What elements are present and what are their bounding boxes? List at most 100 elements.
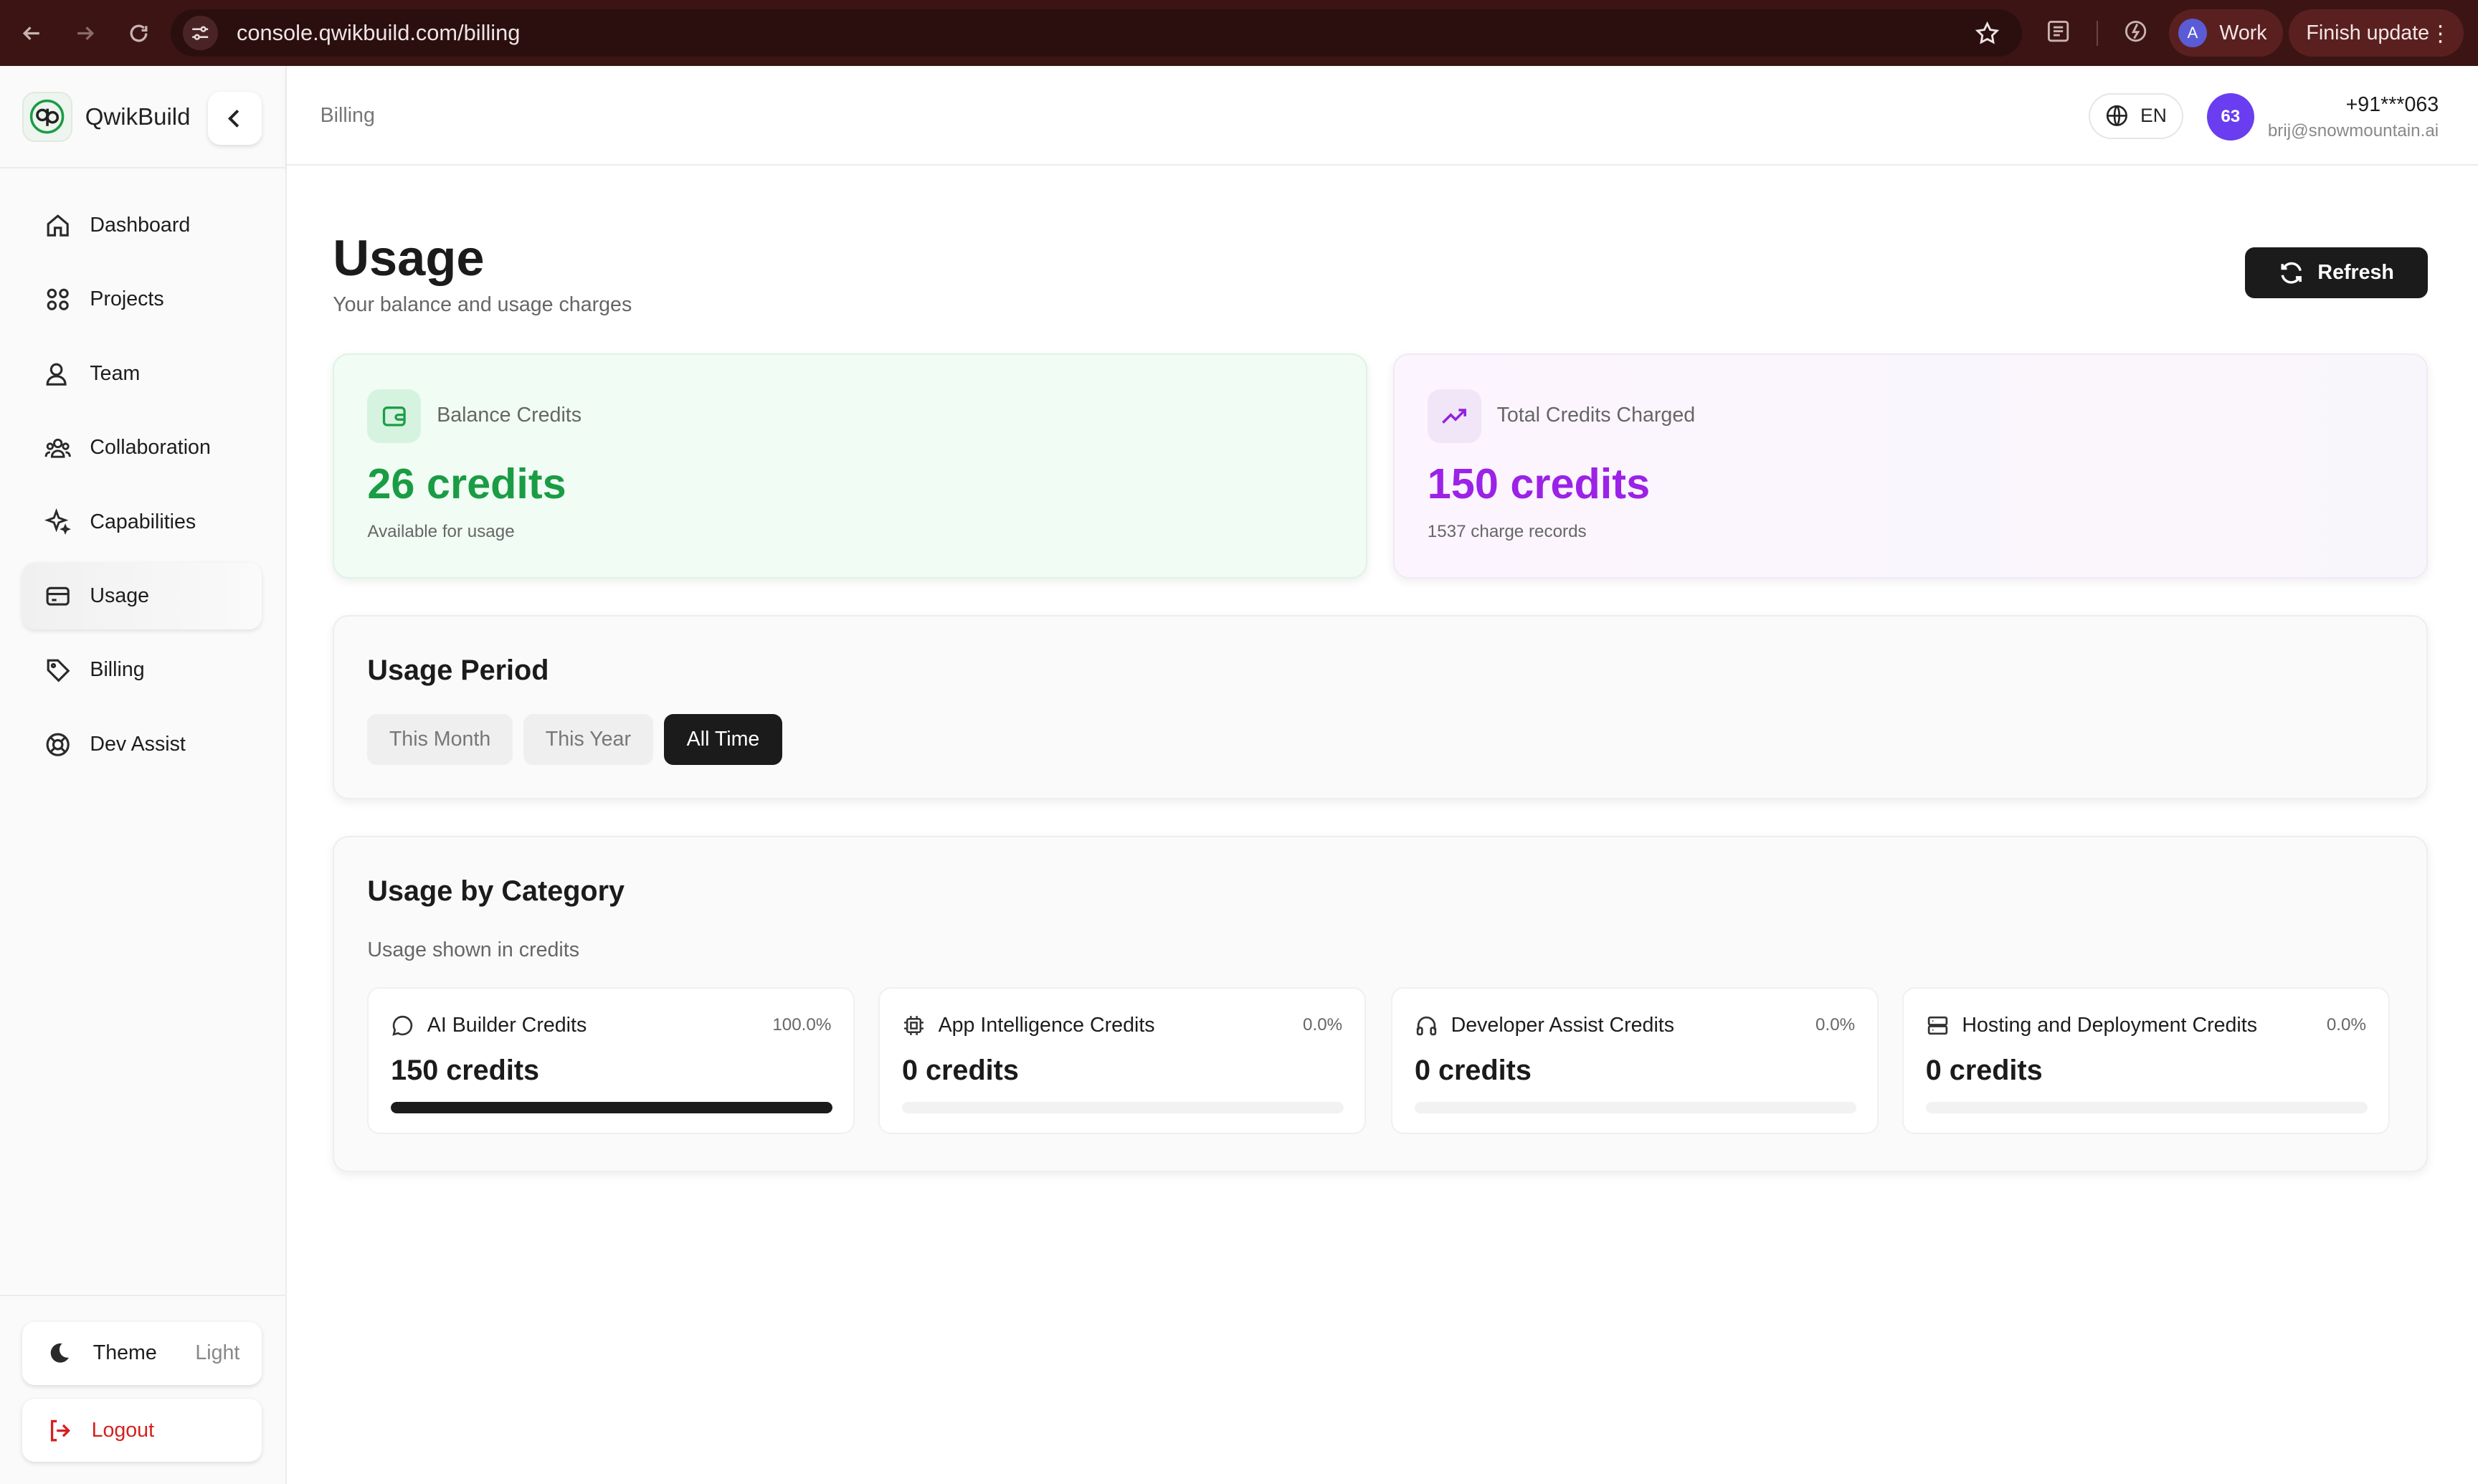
- theme-toggle-button[interactable]: Theme Light: [22, 1321, 262, 1385]
- toolbar-separator: [2096, 20, 2098, 46]
- category-name: AI Builder Credits: [427, 1014, 587, 1037]
- category-progress-fill: [391, 1102, 833, 1113]
- category-hosting-deployment: Hosting and Deployment Credits 0.0% 0 cr…: [1902, 987, 2390, 1134]
- usage-by-category-subtitle: Usage shown in credits: [367, 938, 579, 961]
- category-ai-builder: AI Builder Credits 100.0% 150 credits: [367, 987, 855, 1134]
- back-button[interactable]: [8, 9, 55, 57]
- brand[interactable]: QwikBuild: [22, 91, 191, 142]
- logout-button[interactable]: Logout: [22, 1399, 262, 1462]
- sidebar-item-billing[interactable]: Billing: [22, 637, 262, 703]
- category-name: Hosting and Deployment Credits: [1962, 1014, 2258, 1037]
- language-selector[interactable]: EN: [2088, 92, 2183, 139]
- sidebar-item-collaboration[interactable]: Collaboration: [22, 415, 262, 481]
- refresh-icon: [2281, 262, 2302, 284]
- arrow-right-icon: [77, 26, 95, 40]
- category-name: App Intelligence Credits: [938, 1014, 1155, 1037]
- user-phone: +91***063: [2345, 92, 2439, 116]
- total-note: 1537 charge records: [1427, 521, 1587, 541]
- usage-period-card: Usage Period This Month This Year All Ti…: [333, 615, 2428, 800]
- balance-note: Available for usage: [367, 521, 515, 541]
- sidebar-item-label: Team: [90, 361, 141, 385]
- site-settings-icon[interactable]: [183, 15, 218, 51]
- user-email: brij@snowmountain.ai: [2267, 121, 2439, 141]
- users-icon: [46, 363, 67, 386]
- category-progress-track: [1925, 1102, 2368, 1113]
- finish-update-label: Finish update: [2306, 21, 2430, 44]
- brand-name: QwikBuild: [85, 103, 191, 130]
- page-subtitle: Your balance and usage charges: [333, 293, 632, 317]
- category-progress-track: [1414, 1102, 1856, 1113]
- extension-icon[interactable]: [2123, 19, 2148, 50]
- address-bar[interactable]: console.qwikbuild.com/billing: [170, 9, 2023, 57]
- reload-button[interactable]: [115, 9, 163, 57]
- usage-by-category-card: Usage by Category Usage shown in credits…: [333, 836, 2428, 1172]
- browser-toolbar: console.qwikbuild.com/billing A Work Fin…: [0, 0, 2478, 67]
- server-icon: [1927, 1017, 1947, 1035]
- usage-period-title: Usage Period: [367, 654, 549, 686]
- card-icon: [46, 586, 70, 606]
- qwikbuild-logo-icon: [22, 91, 73, 142]
- category-value: 0 credits: [1925, 1055, 2043, 1087]
- finish-update-button[interactable]: Finish update ⋮: [2289, 9, 2464, 57]
- group-icon: [44, 438, 71, 458]
- category-name: Developer Assist Credits: [1451, 1014, 1675, 1037]
- sidebar-item-label: Usage: [90, 584, 150, 608]
- moon-icon: [50, 1343, 69, 1363]
- chevron-left-icon: [228, 109, 239, 128]
- category-percent: 100.0%: [772, 1015, 832, 1035]
- category-progress-track: [901, 1102, 1344, 1113]
- category-percent: 0.0%: [1815, 1015, 1856, 1035]
- total-credits-card: Total Credits Charged 150 credits 1537 c…: [1392, 353, 2428, 579]
- category-percent: 0.0%: [1303, 1015, 1343, 1035]
- bookmark-star-icon[interactable]: [1975, 21, 2000, 52]
- sidebar-divider: [0, 167, 288, 169]
- category-value: 0 credits: [901, 1055, 1019, 1087]
- sidebar-item-label: Capabilities: [90, 510, 196, 533]
- reload-icon: [130, 24, 148, 42]
- top-bar: Billing EN 63 +91***063 brij@snowmountai…: [287, 66, 2478, 166]
- cpu-icon: [904, 1016, 924, 1036]
- sidebar-item-usage[interactable]: Usage: [22, 563, 262, 629]
- home-icon: [47, 214, 69, 237]
- sidebar-bottom-divider: [0, 1295, 288, 1297]
- reading-list-icon[interactable]: [2046, 19, 2071, 50]
- category-developer-assist: Developer Assist Credits 0.0% 0 credits: [1391, 987, 1879, 1134]
- sidebar: QwikBuild Dashboard Projects Team Collab…: [0, 66, 288, 1484]
- total-label: Total Credits Charged: [1496, 403, 1696, 427]
- collapse-sidebar-button[interactable]: [208, 91, 262, 146]
- category-value: 150 credits: [391, 1055, 540, 1087]
- balance-credits-card: Balance Credits 26 credits Available for…: [333, 353, 1368, 579]
- sidebar-item-dashboard[interactable]: Dashboard: [22, 192, 262, 258]
- refresh-button[interactable]: Refresh: [2244, 247, 2428, 298]
- profile-avatar: A: [2178, 19, 2207, 47]
- category-app-intelligence: App Intelligence Credits 0.0% 0 credits: [878, 987, 1366, 1134]
- tag-icon: [47, 659, 70, 682]
- trending-up-icon: [1427, 389, 1481, 443]
- theme-value: Light: [195, 1341, 240, 1365]
- sidebar-item-team[interactable]: Team: [22, 341, 262, 406]
- total-value: 150 credits: [1427, 459, 1651, 508]
- sidebar-item-label: Dev Assist: [90, 732, 186, 756]
- url-text[interactable]: console.qwikbuild.com/billing: [237, 20, 520, 46]
- sidebar-item-dev-assist[interactable]: Dev Assist: [22, 711, 262, 777]
- forward-button[interactable]: [62, 9, 109, 57]
- profile-name: Work: [2219, 21, 2267, 44]
- wallet-icon: [367, 389, 422, 443]
- language-code: EN: [2140, 105, 2167, 127]
- period-all-time-button[interactable]: All Time: [663, 714, 782, 765]
- sidebar-item-projects[interactable]: Projects: [22, 267, 262, 333]
- period-this-month-button[interactable]: This Month: [367, 714, 513, 765]
- sidebar-item-label: Billing: [90, 658, 145, 682]
- theme-label: Theme: [92, 1341, 157, 1365]
- refresh-label: Refresh: [2317, 261, 2394, 285]
- main-content: Usage Your balance and usage charges Ref…: [287, 166, 2478, 1484]
- headphones-icon: [1416, 1017, 1437, 1036]
- category-progress-track: [391, 1102, 833, 1113]
- avatar[interactable]: 63: [2206, 92, 2254, 141]
- breadcrumb[interactable]: Billing: [321, 104, 375, 128]
- profile-button[interactable]: A Work: [2169, 9, 2283, 57]
- period-this-year-button[interactable]: This Year: [523, 714, 653, 765]
- sidebar-item-capabilities[interactable]: Capabilities: [22, 489, 262, 555]
- sidebar-item-label: Dashboard: [90, 214, 191, 237]
- arrow-left-icon: [22, 26, 39, 40]
